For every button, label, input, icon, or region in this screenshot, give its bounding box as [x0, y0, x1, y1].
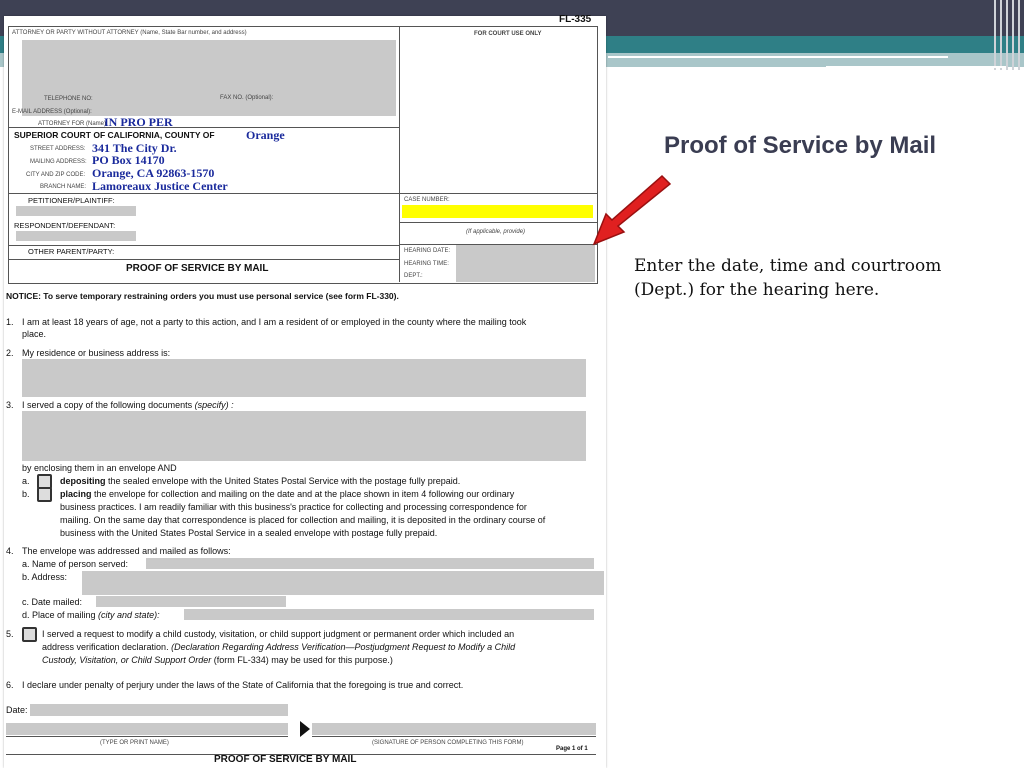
item6-text: I declare under penalty of perjury under…	[22, 680, 464, 690]
branch-label: BRANCH NAME:	[40, 184, 87, 190]
divider	[6, 736, 288, 737]
option-a-text: depositing the sealed envelope with the …	[60, 476, 461, 486]
item5-checkbox[interactable]	[22, 627, 37, 642]
place-mailing-field[interactable]	[184, 609, 594, 620]
respondent-label: RESPONDENT/DEFENDANT:	[14, 221, 116, 230]
item3-text: I served a copy of the following documen…	[22, 400, 234, 410]
page-number: Page 1 of 1	[556, 746, 588, 752]
divider	[8, 259, 399, 260]
option-b-text-cont: mailing. On the same day that correspond…	[60, 515, 546, 525]
arrow-marker-icon	[300, 721, 310, 737]
address-field[interactable]	[82, 571, 604, 595]
item4-number: 4.	[6, 546, 14, 556]
item5-text: I served a request to modify a child cus…	[42, 629, 515, 639]
option-b-text-cont: business with the United States Postal S…	[60, 528, 438, 538]
slide-title: Proof of Service by Mail	[664, 132, 937, 159]
attorney-label: ATTORNEY OR PARTY WITHOUT ATTORNEY (Name…	[12, 30, 247, 36]
type-print-caption: (TYPE OR PRINT NAME)	[100, 740, 169, 746]
street-label: STREET ADDRESS:	[30, 146, 86, 152]
callout-arrow-icon	[592, 174, 672, 246]
address-redaction	[22, 359, 586, 397]
divider	[399, 222, 597, 223]
telephone-label: TELEPHONE NO:	[44, 96, 93, 102]
hearing-redaction	[456, 245, 595, 282]
person-served-field[interactable]	[146, 558, 594, 569]
attorney-for-value: IN PRO PER	[104, 115, 173, 129]
divider	[8, 245, 399, 246]
header-rule	[608, 56, 948, 58]
footer-title: PROOF OF SERVICE BY MAIL	[214, 754, 357, 765]
slide-note: Enter the date, time and courtroom (Dept…	[634, 256, 942, 300]
case-number-highlight	[402, 205, 593, 218]
city-label: CITY AND ZIP CODE:	[26, 172, 86, 178]
option-b-text: placing the envelope for collection and …	[60, 489, 515, 499]
fax-label: FAX NO. (Optional):	[220, 95, 274, 101]
item2-number: 2.	[6, 348, 14, 358]
date-field[interactable]	[30, 704, 288, 716]
enclosing-text: by enclosing them in an envelope AND	[22, 463, 177, 473]
option-a-letter: a.	[22, 476, 30, 486]
hearing-time-label: HEARING TIME:	[404, 261, 449, 267]
place-mailing-label: d. Place of mailing (city and state):	[22, 610, 160, 620]
dept-label: DEPT.:	[404, 273, 423, 279]
attorney-redaction	[22, 40, 396, 116]
option-b-text-cont: business practices. I am readily familia…	[60, 502, 527, 512]
header-stripes	[990, 0, 1024, 70]
email-label: E-MAIL ADDRESS (Optional):	[12, 109, 92, 115]
item5-text-cont: address verification declaration. (Decla…	[42, 642, 516, 652]
signature-field[interactable]	[312, 723, 596, 735]
date-mailed-field[interactable]	[96, 596, 286, 607]
case-number-label: CASE NUMBER:	[404, 197, 450, 203]
court-label: SUPERIOR COURT OF CALIFORNIA, COUNTY OF	[14, 130, 215, 140]
attorney-for-label: ATTORNEY FOR (Name):	[38, 121, 108, 127]
mailing-label: MAILING ADDRESS:	[30, 159, 87, 165]
form-fl335: FL-335 ATTORNEY OR PARTY WITHOUT ATTORNE…	[4, 14, 606, 768]
item5-text-cont: Custody, Visitation, or Child Support Or…	[42, 655, 393, 665]
option-b-letter: b.	[22, 489, 30, 499]
divider	[312, 736, 596, 737]
notice: NOTICE: To serve temporary restraining o…	[6, 291, 399, 301]
address-label: b. Address:	[22, 572, 68, 582]
item2-text: My residence or business address is:	[22, 348, 171, 358]
petitioner-label: PETITIONER/PLAINTIFF:	[28, 196, 115, 205]
date-mailed-label: c. Date mailed:	[22, 597, 83, 607]
respondent-redaction	[16, 231, 136, 241]
county-value: Orange	[246, 128, 285, 142]
item5-number: 5.	[6, 629, 14, 639]
header-rule	[826, 66, 1006, 68]
item1-number: 1.	[6, 317, 14, 327]
divider	[8, 127, 399, 128]
petitioner-redaction	[16, 206, 136, 216]
documents-redaction	[22, 411, 586, 461]
item6-number: 6.	[6, 680, 14, 690]
signature-caption: (SIGNATURE OF PERSON COMPLETING THIS FOR…	[372, 740, 524, 746]
item1-text: I am at least 18 years of age, not a par…	[22, 317, 527, 327]
if-applicable: (If applicable, provide)	[466, 229, 526, 235]
item4-text: The envelope was addressed and mailed as…	[22, 546, 231, 556]
item3-number: 3.	[6, 400, 14, 410]
person-served-label: a. Name of person served:	[22, 559, 129, 569]
court-use-label: FOR COURT USE ONLY	[474, 31, 542, 37]
document-title: PROOF OF SERVICE BY MAIL	[126, 263, 269, 274]
date-label: Date:	[6, 705, 28, 715]
option-b-checkbox[interactable]	[37, 487, 52, 502]
hearing-date-label: HEARING DATE:	[404, 248, 451, 254]
print-name-field[interactable]	[6, 723, 288, 735]
item1-text-cont: place.	[22, 329, 47, 339]
form-number: FL-335	[559, 14, 592, 25]
branch-value: Lamoreaux Justice Center	[92, 179, 228, 193]
other-parent-label: OTHER PARENT/PARTY:	[28, 247, 115, 256]
